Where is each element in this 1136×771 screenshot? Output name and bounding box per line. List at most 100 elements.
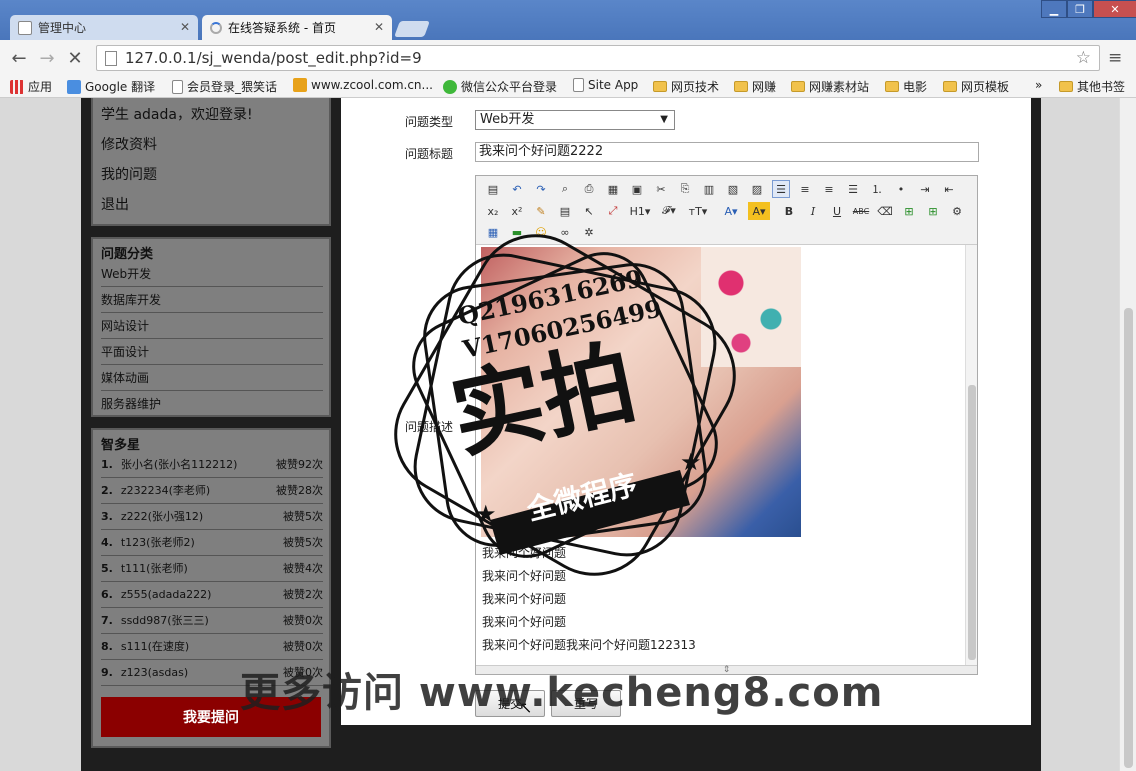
forward-arrow-icon[interactable]: →	[36, 47, 58, 69]
italic-icon[interactable]: I	[804, 202, 822, 220]
photo-floral-pattern	[701, 247, 801, 367]
my-questions-link[interactable]: 我的问题	[101, 164, 157, 184]
code-icon[interactable]: ▣	[628, 180, 646, 198]
logout-link[interactable]: 退出	[101, 194, 129, 214]
bookmark-wechat[interactable]: 微信公众平台登录	[443, 78, 557, 95]
font-size-icon[interactable]: тT▾	[686, 202, 710, 220]
ranking-row[interactable]: 7. ssdd987(张三三) 被赞0次	[101, 608, 323, 634]
question-type-select[interactable]: Web开发 ▼	[475, 110, 675, 130]
editor-scrollbar[interactable]	[965, 245, 977, 665]
bold-icon[interactable]: B	[780, 202, 798, 220]
stop-loading-icon[interactable]: ✕	[64, 47, 86, 69]
settings-icon[interactable]: ⚙	[948, 202, 966, 220]
question-title-input[interactable]: 我来问个好问题2222	[475, 142, 979, 162]
ranking-row[interactable]: 4. t123(张老师2) 被赞5次	[101, 530, 323, 556]
pointer-icon[interactable]: ↖	[580, 202, 598, 220]
ranking-row[interactable]: 5. t111(张老师) 被赞4次	[101, 556, 323, 582]
preview-icon[interactable]: ⌕	[556, 180, 574, 198]
bookmarks-overflow-icon[interactable]: »	[1035, 78, 1042, 92]
subscript-icon[interactable]: x₂	[484, 202, 502, 220]
rank-name: t123(张老师2)	[120, 536, 195, 549]
font-family-icon[interactable]: 𝓕▾	[658, 202, 680, 220]
emoticon-icon[interactable]: ☺	[532, 223, 550, 241]
align-center-icon[interactable]: ≡	[796, 180, 814, 198]
strikethrough-icon[interactable]: ABC	[852, 202, 870, 220]
indent-icon[interactable]: ⇥	[916, 180, 934, 198]
ordered-list-icon[interactable]: ⒈	[868, 180, 886, 198]
bookmark-folder-web-tech[interactable]: 网页技术	[653, 78, 719, 95]
minimize-icon[interactable]: ▁	[1041, 0, 1067, 18]
cut-icon[interactable]: ✂	[652, 180, 670, 198]
tab-close-icon[interactable]: ✕	[180, 20, 190, 34]
insert-row-above-icon[interactable]: ⊞	[900, 202, 918, 220]
justify-icon[interactable]: ☰	[844, 180, 862, 198]
align-right-icon[interactable]: ≡	[820, 180, 838, 198]
paste-word-icon[interactable]: ▨	[748, 180, 766, 198]
ranking-row[interactable]: 8. s111(在速度) 被赞0次	[101, 634, 323, 660]
source-icon[interactable]: ▤	[484, 180, 502, 198]
bookmark-site-app[interactable]: Site App	[573, 78, 638, 92]
bookmark-apps[interactable]: 应用	[10, 78, 52, 95]
link-icon[interactable]: ∞	[556, 223, 574, 241]
editor-content-area[interactable]: 我来问个好问题 我来问个好问题 我来问个好问题 我来问个好问题 我来问个好问题我…	[476, 245, 965, 665]
edit-profile-link[interactable]: 修改资料	[101, 134, 157, 154]
category-item[interactable]: 数据库开发	[101, 287, 323, 313]
page-favicon-icon	[18, 20, 32, 35]
clear-format-icon[interactable]: ✎	[532, 202, 550, 220]
bookmark-google-translate[interactable]: Google 翻译	[67, 78, 155, 95]
select-all-icon[interactable]: ▤	[556, 202, 574, 220]
superscript-icon[interactable]: x²	[508, 202, 526, 220]
tab-admin-center[interactable]: 管理中心 ✕	[10, 15, 198, 40]
url-text: 127.0.0.1/sj_wenda/post_edit.php?id=9	[125, 49, 422, 67]
paste-icon[interactable]: ▥	[700, 180, 718, 198]
back-arrow-icon[interactable]: ←	[8, 47, 30, 69]
undo-icon[interactable]: ↶	[508, 180, 526, 198]
tab-close-icon[interactable]: ✕	[374, 20, 384, 34]
ranking-row[interactable]: 6. z555(adada222) 被赞2次	[101, 582, 323, 608]
bookmark-folder-wangzhuan[interactable]: 网赚	[734, 78, 776, 95]
copy-icon[interactable]: ⎘	[676, 180, 694, 198]
highlight-color-icon[interactable]: A▾	[748, 202, 770, 220]
bookmark-folder-movie[interactable]: 电影	[885, 78, 927, 95]
bookmark-folder-templates[interactable]: 网页模板	[943, 78, 1009, 95]
unlink-icon[interactable]: ✲	[580, 223, 598, 241]
page-scroll-thumb[interactable]	[1124, 308, 1133, 768]
redo-icon[interactable]: ↷	[532, 180, 550, 198]
bookmark-label: 微信公众平台登录	[461, 80, 558, 94]
new-tab-button[interactable]	[394, 21, 430, 37]
category-item[interactable]: Web开发	[101, 261, 323, 287]
category-item[interactable]: 平面设计	[101, 339, 323, 365]
window-close-icon[interactable]: ✕	[1093, 0, 1136, 18]
editor-scroll-thumb[interactable]	[968, 385, 976, 660]
bookmark-star-icon[interactable]: ☆	[1076, 48, 1091, 68]
page-scrollbar[interactable]	[1119, 98, 1136, 771]
align-left-icon[interactable]: ☰	[772, 180, 790, 198]
bookmark-member-login[interactable]: 会员登录_猥笑话	[172, 78, 277, 95]
insert-row-below-icon[interactable]: ⊞	[924, 202, 942, 220]
template-icon[interactable]: ▦	[604, 180, 622, 198]
ranking-row[interactable]: 1. 张小名(张小名112212) 被赞92次	[101, 452, 323, 478]
category-item[interactable]: 媒体动画	[101, 365, 323, 391]
category-item[interactable]: 网站设计	[101, 313, 323, 339]
address-bar[interactable]: 127.0.0.1/sj_wenda/post_edit.php?id=9 ☆	[96, 45, 1100, 71]
maximize-icon[interactable]: ❐	[1067, 0, 1093, 18]
ranking-row[interactable]: 2. z232234(李老师) 被赞28次	[101, 478, 323, 504]
heading-icon[interactable]: H1▾	[628, 202, 652, 220]
unordered-list-icon[interactable]: •	[892, 180, 910, 198]
eraser-icon[interactable]: ⌫	[876, 202, 894, 220]
underline-icon[interactable]: U	[828, 202, 846, 220]
insert-hr-icon[interactable]: ▬	[508, 223, 526, 241]
fullscreen-icon[interactable]: ⤢	[604, 202, 622, 220]
tab-qa-system[interactable]: 在线答疑系统 - 首页 ✕	[202, 15, 392, 40]
browser-menu-icon[interactable]: ≡	[1108, 48, 1122, 68]
insert-table-icon[interactable]: ▦	[484, 223, 502, 241]
bookmark-zcool[interactable]: www.zcool.com.cn...	[293, 78, 433, 92]
bookmark-folder-other[interactable]: 其他书签	[1059, 78, 1125, 95]
outdent-icon[interactable]: ⇤	[940, 180, 958, 198]
bookmark-folder-material[interactable]: 网赚素材站	[791, 78, 869, 95]
category-item[interactable]: 服务器维护	[101, 391, 323, 417]
print-icon[interactable]: ⎙	[580, 180, 598, 198]
font-color-icon[interactable]: A▾	[720, 202, 742, 220]
paste-text-icon[interactable]: ▧	[724, 180, 742, 198]
ranking-row[interactable]: 3. z222(张小强12) 被赞5次	[101, 504, 323, 530]
